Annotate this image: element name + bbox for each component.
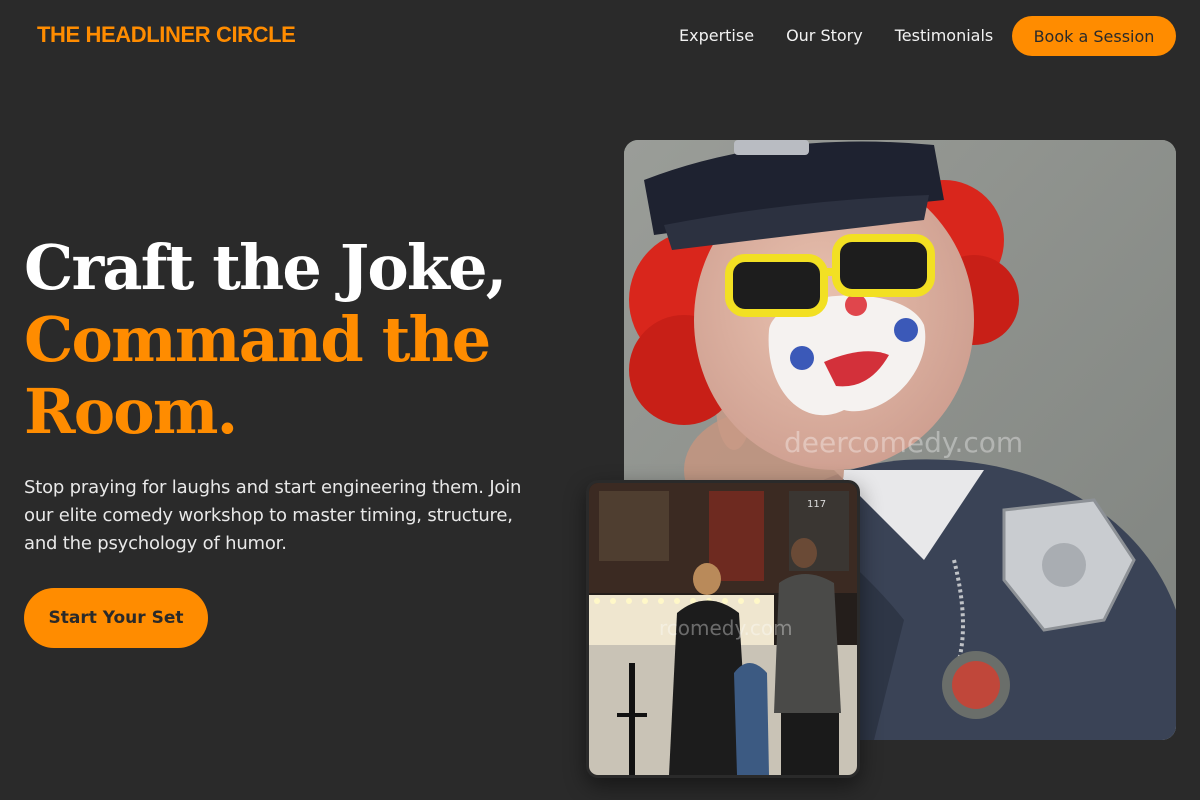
nav-link-expertise[interactable]: Expertise xyxy=(679,26,754,46)
hero-title-accent: Command the Room. xyxy=(24,303,491,448)
nav-links: Expertise Our Story Testimonials xyxy=(679,26,993,46)
hero-subtitle: Stop praying for laughs and start engine… xyxy=(24,477,522,554)
main-photo-watermark: deercomedy.com xyxy=(784,426,1023,459)
top-nav: THE HEADLINER CIRCLE Expertise Our Story… xyxy=(0,0,1200,72)
club-entrance-illustration: 117 rcomedy.com xyxy=(589,483,857,775)
book-session-button[interactable]: Book a Session xyxy=(1012,16,1176,56)
page: THE HEADLINER CIRCLE Expertise Our Story… xyxy=(0,0,1200,800)
hero-title-line: Craft the Joke, xyxy=(24,231,507,304)
start-your-set-button[interactable]: Start Your Set xyxy=(24,588,208,648)
nav-link-testimonials[interactable]: Testimonials xyxy=(895,26,994,46)
club-entrance-photo: 117 rcomedy.com xyxy=(586,480,860,778)
door-number: 117 xyxy=(807,499,826,510)
brand-logo[interactable]: THE HEADLINER CIRCLE xyxy=(37,22,296,48)
hero-title: Craft the Joke, Command the Room. xyxy=(24,232,584,448)
small-photo-watermark: rcomedy.com xyxy=(659,616,793,640)
nav-link-our-story[interactable]: Our Story xyxy=(786,26,863,46)
